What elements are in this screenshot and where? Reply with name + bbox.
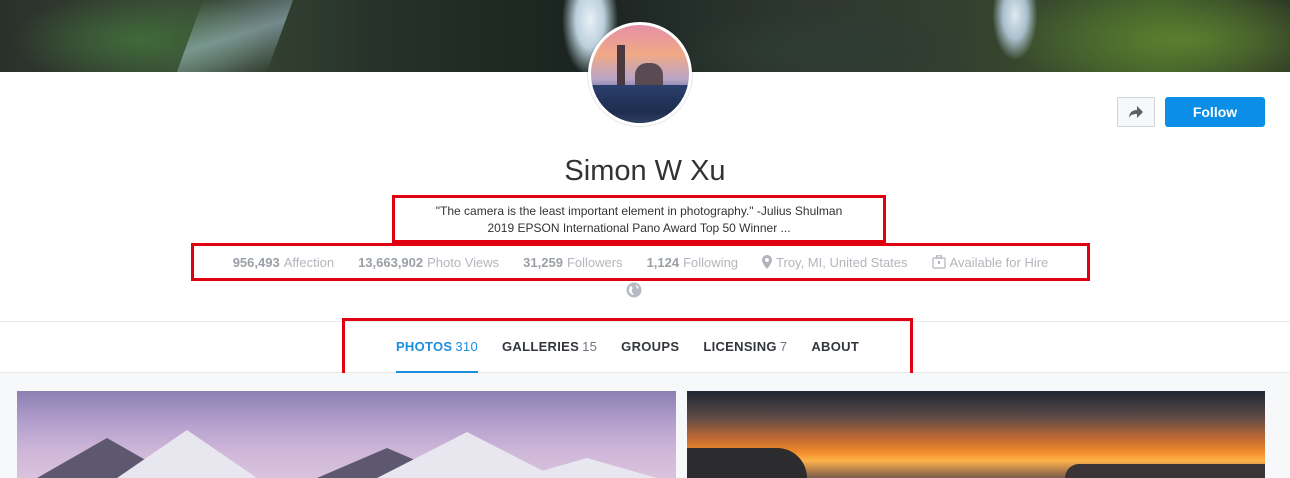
- tab-galleries[interactable]: GALLERIES 15: [502, 339, 597, 373]
- stat-location: Troy, MI, United States: [762, 255, 908, 270]
- stat-available-for-hire: Available for Hire: [931, 254, 1049, 270]
- tab-licensing[interactable]: LICENSING 7: [703, 339, 787, 373]
- tab-photos-count: 310: [455, 339, 478, 354]
- tab-photos[interactable]: PHOTOS 310: [395, 339, 479, 373]
- stat-photo-views: 13,663,902 Photo Views: [358, 255, 499, 270]
- stat-affection: 956,493 Affection: [233, 255, 334, 270]
- stat-following-value: 1,124: [646, 254, 680, 270]
- tab-licensing-label: LICENSING: [703, 339, 777, 354]
- stat-hire-label: Available for Hire: [949, 254, 1049, 270]
- photo-mountain-shape: [117, 430, 257, 478]
- stat-following[interactable]: 1,124 Following: [647, 255, 738, 270]
- tab-galleries-count: 15: [582, 339, 598, 354]
- avatar[interactable]: [588, 22, 692, 126]
- avatar-dome: [635, 63, 663, 85]
- tab-groups-label: GROUPS: [621, 339, 680, 354]
- profile-stats: 956,493 Affection 13,663,902 Photo Views…: [191, 243, 1090, 281]
- photo-tile-mountains[interactable]: [17, 391, 676, 478]
- share-button[interactable]: [1117, 97, 1155, 127]
- tab-photos-label: PHOTOS: [395, 339, 453, 354]
- cover-waterfall-stream: [176, 0, 294, 72]
- stat-following-label: Following: [683, 254, 739, 270]
- tab-galleries-label: GALLERIES: [502, 339, 580, 354]
- stat-followers-label: Followers: [566, 254, 623, 270]
- profile-tabs: PHOTOS 310 GALLERIES 15 GROUPS LICENSING 7 …: [342, 318, 913, 381]
- tab-about-label: ABOUT: [811, 339, 860, 354]
- bio-line-quote: "The camera is the least important eleme…: [435, 204, 843, 218]
- profile-bio: "The camera is the least important eleme…: [392, 195, 886, 243]
- tab-groups[interactable]: GROUPS: [621, 339, 679, 373]
- stat-photo-views-label: Photo Views: [427, 254, 500, 270]
- photo-hill-shape: [1065, 464, 1265, 478]
- briefcase-icon: [931, 255, 946, 269]
- stat-followers[interactable]: 31,259 Followers: [523, 255, 622, 270]
- location-pin-icon: [762, 255, 773, 269]
- avatar-tower: [617, 45, 625, 85]
- share-arrow-icon: [1129, 106, 1143, 118]
- bio-line-award[interactable]: 2019 EPSON International Pano Award Top …: [395, 220, 883, 237]
- tab-licensing-count: 7: [779, 339, 788, 354]
- globe-icon[interactable]: [626, 282, 642, 298]
- stat-affection-value: 956,493: [232, 254, 280, 270]
- profile-name: Simon W Xu: [564, 155, 726, 187]
- tab-about[interactable]: ABOUT: [811, 339, 859, 373]
- stat-followers-value: 31,259: [523, 254, 563, 270]
- photo-cliff-shape: [687, 448, 807, 478]
- follow-button[interactable]: Follow: [1165, 97, 1265, 127]
- stat-photo-views-value: 13,663,902: [358, 254, 424, 270]
- photo-mountain-shape: [517, 458, 657, 478]
- stat-affection-label: Affection: [283, 254, 335, 270]
- photo-tile-sunset[interactable]: [687, 391, 1265, 478]
- avatar-water: [591, 85, 689, 123]
- stat-location-label: Troy, MI, United States: [776, 254, 908, 270]
